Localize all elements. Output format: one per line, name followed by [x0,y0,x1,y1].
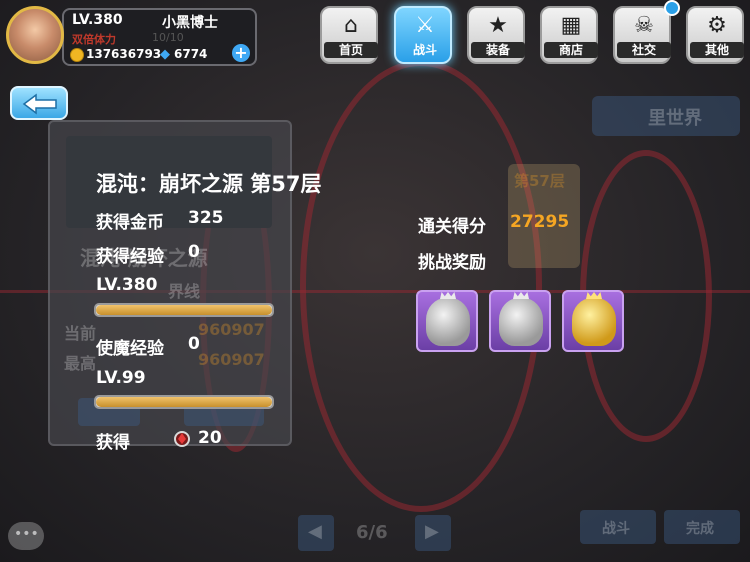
nav-home[interactable]: ⌂ 首页 [320,6,378,64]
pet-progress-fill [96,397,272,407]
stamina-label: 双倍体力 [72,33,116,46]
home-icon: ⌂ [344,13,358,38]
nav-battle[interactable]: ⚔ 战斗 [394,6,452,64]
bg-best-label: 最高 [64,354,97,373]
reward-item[interactable] [562,290,624,352]
exp-label: 获得经验 [96,247,164,267]
player-name: 小黑博士 [162,15,218,31]
gold-value: 325 [188,208,224,228]
stage-tag: 第57层 [514,172,565,190]
bottom-button-right-label: 完成 [686,521,714,537]
bg-stage-sub: 界线 [168,282,201,301]
player-avatar[interactable] [6,6,64,64]
crown-icon [513,292,529,299]
nav-social[interactable]: ☠ 社交 [613,6,671,64]
crown-icon [586,292,602,299]
add-gems-button[interactable]: + [232,44,250,62]
bottom-button-left[interactable]: 战斗 [580,510,656,544]
pet-exp-label: 使魔经验 [96,339,164,359]
bottom-button-left-label: 战斗 [602,521,630,537]
player-level-result: LV.380 [96,275,158,295]
gun-star-icon: ★ [488,13,508,38]
level-progress-fill [96,305,272,315]
nav-battle-label: 战斗 [412,43,437,57]
gold-bear-icon [572,298,616,346]
crown-icon [440,292,456,299]
score-label: 通关得分 [418,217,486,237]
player-level: LV.380 [72,12,123,28]
chat-bubble-icon: ••• [14,526,39,542]
gold-amount: 137636793 [86,47,162,61]
result-title: 混沌：崩坏之源 第57层 [96,172,322,196]
silver-bear-icon [426,298,470,346]
reward-item[interactable] [489,290,551,352]
bg-current-value: 960907 [198,320,265,339]
exp-value: 0 [188,242,200,262]
obtain-value: 20 [198,428,222,448]
nav-other-label: 其他 [690,42,744,58]
bg-current-label: 当前 [64,324,97,343]
skull-icon: ☠ [634,13,654,38]
red-gem-icon [174,431,190,447]
nav-other[interactable]: ⚙ 其他 [686,6,744,64]
pet-level: LV.99 [96,368,146,388]
next-page-button[interactable]: ▶ [415,515,451,551]
pet-progress-bar [94,395,274,409]
reward-item[interactable] [416,290,478,352]
prev-page-button[interactable]: ◀ [298,515,334,551]
world-button[interactable]: 里世界 [592,96,740,136]
battle-icon: ⚔ [415,13,435,38]
gem-icon: ◆ [160,47,170,62]
nav-equipment-label: 装备 [471,42,525,58]
page-indicator: 6/6 [356,522,388,543]
notification-dot [664,0,680,16]
nav-social-label: 社交 [617,42,671,58]
world-button-label: 里世界 [648,108,702,129]
obtain-label: 获得 [96,433,130,453]
bottom-button-right[interactable]: 完成 [664,510,740,544]
gear-icon: ⚙ [707,13,727,38]
gold-label: 获得金币 [96,213,164,233]
silver-bear-icon [499,298,543,346]
gold-coin-icon [70,48,84,62]
back-button[interactable] [10,86,68,120]
reward-label: 挑战奖励 [418,253,486,273]
nav-shop[interactable]: ▦ 商店 [540,6,598,64]
gem-amount: 6774 [174,47,208,61]
stamina-value: 10/10 [152,31,184,44]
nav-shop-label: 商店 [544,42,598,58]
level-progress-bar [94,303,274,317]
score-value: 27295 [510,212,570,232]
pet-exp-value: 0 [188,334,200,354]
bg-ring [300,60,542,512]
bg-best-value: 960907 [198,350,265,369]
arrow-right-icon: ▶ [425,521,439,542]
shop-icon: ▦ [560,13,582,38]
back-arrow-icon [22,93,57,115]
nav-home-label: 首页 [324,42,378,58]
player-info-panel: LV.380 小黑博士 双倍体力 10/10 137636793 ◆ 6774 … [62,8,257,66]
chat-button[interactable]: ••• [8,522,44,550]
arrow-left-icon: ◀ [308,521,322,542]
nav-equipment[interactable]: ★ 装备 [467,6,525,64]
